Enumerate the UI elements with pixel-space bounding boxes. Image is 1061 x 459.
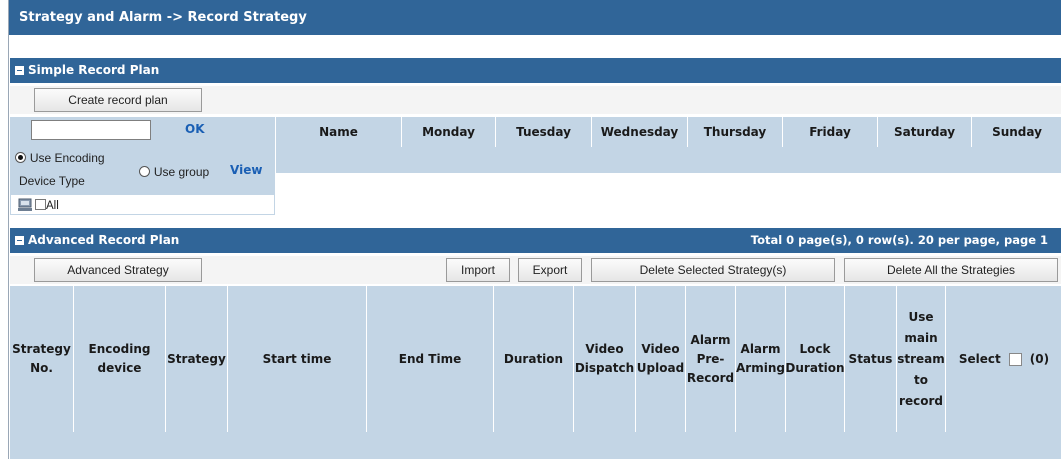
col-sunday: Sunday xyxy=(992,124,1042,139)
advanced-toolbar: Advanced Strategy Import Export Delete S… xyxy=(10,256,1061,284)
select-all-checkbox[interactable] xyxy=(1008,352,1022,366)
advanced-strategy-button[interactable]: Advanced Strategy xyxy=(34,258,202,282)
col-video-upload: Video Upload xyxy=(636,286,686,432)
col-lock-duration: Lock Duration xyxy=(785,286,845,432)
device-type-label: Device Type xyxy=(19,174,85,188)
use-group-label: Use group xyxy=(153,165,210,179)
export-button[interactable]: Export xyxy=(518,258,582,282)
page-title: Strategy and Alarm -> Record Strategy xyxy=(9,0,1061,35)
col-strategy: Strategy xyxy=(166,286,228,432)
col-duration: Duration xyxy=(494,286,574,432)
col-tuesday: Tuesday xyxy=(496,117,592,147)
advanced-plan-empty-row xyxy=(10,432,1061,459)
collapse-icon[interactable] xyxy=(15,66,24,75)
col-thursday: Thursday xyxy=(688,117,783,147)
col-select: Select (0) xyxy=(946,286,1061,432)
col-friday: Friday xyxy=(783,117,878,147)
col-video-dispatch: Video Dispatch xyxy=(574,286,636,432)
advanced-section-title: Advanced Record Plan xyxy=(28,233,180,247)
col-strategy-no: Strategy No. xyxy=(10,286,74,432)
view-link[interactable]: View xyxy=(230,163,262,177)
all-devices-option[interactable]: All xyxy=(35,198,59,212)
col-encoding-device: Encoding device xyxy=(74,286,166,432)
col-start-time: Start time xyxy=(228,286,367,432)
use-group-option[interactable]: Use group xyxy=(139,165,209,179)
simple-section-title: Simple Record Plan xyxy=(28,63,160,77)
col-wednesday: Wednesday xyxy=(592,117,688,147)
all-devices-checkbox[interactable] xyxy=(35,199,46,210)
use-group-radio[interactable] xyxy=(139,166,150,177)
col-use-main-stream: Use main stream to record xyxy=(897,286,946,432)
all-label: All xyxy=(46,200,59,212)
delete-selected-button[interactable]: Delete Selected Strategy(s) xyxy=(591,258,835,282)
col-status: Status xyxy=(845,286,897,432)
device-type-options: Use Encoding Device Type Use group View xyxy=(10,147,275,195)
simple-plan-header-row: OK Name Monday Tuesday Wednesday Thursda… xyxy=(10,117,1061,147)
record-strategy-page: Strategy and Alarm -> Record Strategy Si… xyxy=(8,0,1061,459)
simple-record-plan-header[interactable]: Simple Record Plan xyxy=(10,58,1061,83)
advanced-record-plan-header[interactable]: Advanced Record Plan Total 0 page(s), 0 … xyxy=(10,228,1061,253)
simple-toolbar: Create record plan xyxy=(10,86,1061,114)
advanced-plan-header-row: Strategy No. Encoding device Strategy Star… xyxy=(10,286,1061,432)
col-monday: Monday xyxy=(402,117,496,147)
use-encoding-label: Use Encoding xyxy=(29,151,105,165)
use-encoding-option[interactable]: Use Encoding xyxy=(15,151,105,165)
device-tree-root: All xyxy=(10,195,275,215)
col-alarm-arming: Alarm Arming xyxy=(736,286,786,432)
col-end-time: End Time xyxy=(367,286,494,432)
device-group-icon xyxy=(18,198,32,211)
import-button[interactable]: Import xyxy=(446,258,510,282)
simple-plan-empty-row xyxy=(276,147,1061,173)
select-label: Select xyxy=(958,351,1001,366)
device-filter-panel: Use Encoding Device Type Use group View … xyxy=(10,147,275,215)
search-cell xyxy=(10,117,276,147)
select-count: (0) xyxy=(1029,351,1050,366)
delete-all-button[interactable]: Delete All the Strategies xyxy=(844,258,1058,282)
paging-info: Total 0 page(s), 0 row(s). 20 per page, … xyxy=(750,233,1048,247)
use-encoding-radio[interactable] xyxy=(15,152,26,163)
collapse-icon[interactable] xyxy=(15,236,24,245)
create-record-plan-button[interactable]: Create record plan xyxy=(34,88,202,112)
col-name: Name xyxy=(276,117,402,147)
col-alarm-pre-record: Alarm Pre- Record xyxy=(686,286,736,432)
col-saturday: Saturday xyxy=(878,117,972,147)
